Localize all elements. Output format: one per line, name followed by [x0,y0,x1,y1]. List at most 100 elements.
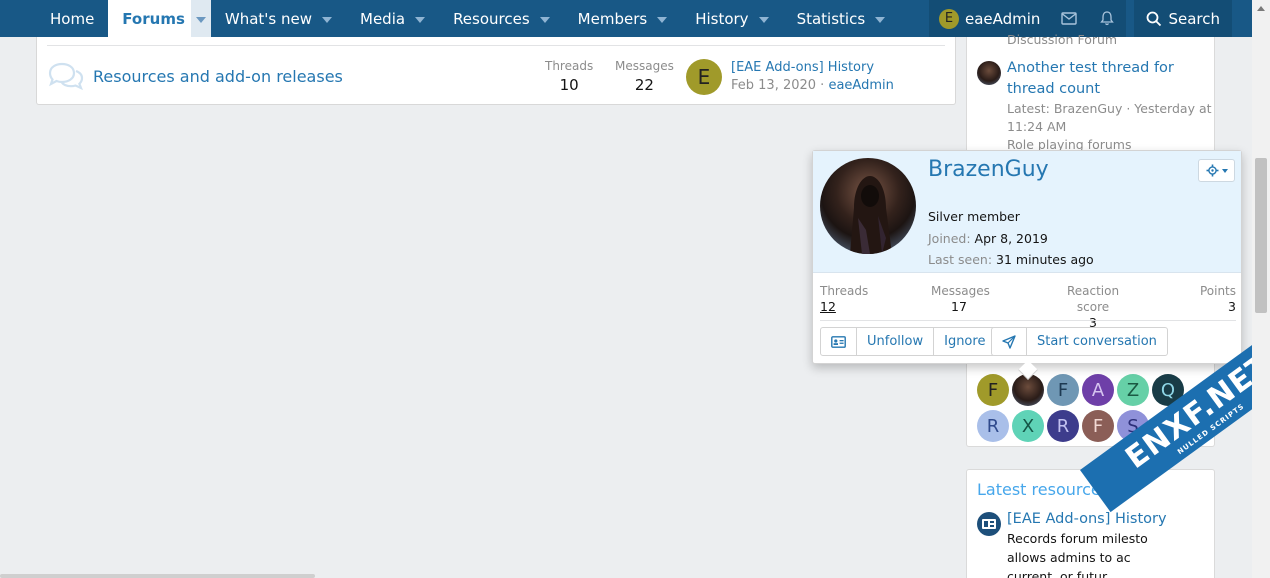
separator: · [816,78,829,93]
latest-line: Latest: BrazenGuy · Yesterday at [1007,101,1212,116]
last-post-meta: Feb 13, 2020 · eaeAdmin [731,77,894,95]
unfollow-button[interactable]: Unfollow [856,328,933,355]
avatar[interactable]: E [686,59,722,95]
scrollbar-thumb[interactable] [1255,158,1267,313]
resource-icon[interactable] [977,512,1001,536]
latest-line: 11:24 AM [1007,119,1067,134]
node-last-post: [EAE Add-ons] History Feb 13, 2020 · eae… [731,59,894,95]
divider [47,45,945,46]
member-joined: Joined: Apr 8, 2019 [928,231,1048,246]
avatar[interactable]: X [1012,410,1044,442]
avatar[interactable]: F [1047,374,1079,406]
avatar[interactable] [977,61,1001,85]
nav-tab-home[interactable]: Home [36,0,108,37]
nav-tab-media[interactable]: Media [346,0,439,37]
vertical-scrollbar[interactable] [1252,0,1270,578]
resource-title[interactable]: [EAE Add-ons] History [1007,509,1167,530]
nav-tab-forums[interactable]: Forums [108,0,211,37]
stat-label: Threads [545,59,594,73]
nav-tab-members[interactable]: Members [564,0,682,37]
chevron-down-icon[interactable] [758,16,769,23]
member-stat-points: Points 3 [1193,283,1236,315]
profile-card-button[interactable] [821,328,856,355]
gear-icon [1206,164,1218,177]
member-last-seen: Last seen: 31 minutes ago [928,252,1094,267]
node-messages-stat: Messages 22 [615,59,674,94]
joined-value: Apr 8, 2019 [974,231,1048,246]
chevron-down-icon[interactable] [657,16,668,23]
nav-tab-label: Media [360,9,406,28]
ignore-button[interactable]: Ignore [933,328,995,355]
avatar[interactable]: F [1082,410,1114,442]
nav-tabs: Home Forums What's new Media Resources M… [36,0,899,37]
member-conversation-actions: Start conversation [991,327,1168,356]
envelope-icon [1061,12,1078,25]
nav-tab-label: Home [50,9,95,28]
avatar[interactable] [820,158,916,254]
chat-bubbles-icon [47,61,85,97]
scroll-up-arrow-icon[interactable] [1257,6,1265,11]
chevron-down-icon [1221,168,1228,173]
resource-description-line: Records forum milesto [1007,531,1148,546]
bell-icon [1100,11,1115,26]
send-message-button[interactable] [992,328,1026,355]
horizontal-scrollbar-thumb[interactable] [0,574,315,578]
divider [820,320,1236,321]
chevron-down-icon[interactable] [415,16,426,23]
avatar: E [938,8,959,29]
last-post-date[interactable]: Feb 13, 2020 [731,78,816,93]
forums-menu-toggle[interactable] [190,0,211,37]
resource-description-line: current, or futur [1007,569,1108,578]
member-user-title: Silver member [928,209,1020,224]
forum-node-list: Resources and add-on releases Threads 10… [36,37,956,105]
nav-tab-label: Members [577,9,648,28]
nav-tab-label: Resources [453,9,530,28]
member-follow-actions: Unfollow Ignore [820,327,997,356]
joined-label: Joined: [928,231,975,246]
member-tooltip: BrazenGuy Silver member Joined: Apr 8, 2… [812,150,1242,380]
member-stat-messages: Messages 17 [931,283,990,315]
resource-description: Records forum milesto allows admins to a… [1007,529,1148,578]
forum-node-title[interactable]: Resources and add-on releases [93,67,343,86]
member-stat-threads: Threads 12 [820,283,868,315]
nav-tab-label: Forums [122,9,185,28]
stat-label: Reaction score [1066,284,1120,314]
stat-label: Messages [615,59,674,73]
avatar[interactable]: R [977,410,1009,442]
sidebar-thread-title[interactable]: Another test thread for thread count [1007,58,1174,100]
chevron-down-icon [195,16,206,23]
avatar[interactable]: A [1082,374,1114,406]
stat-value: 3 [1228,299,1236,314]
avatar[interactable]: Z [1117,374,1149,406]
avatar[interactable]: F [977,374,1009,406]
stat-value: 10 [559,76,579,94]
start-conversation-button[interactable]: Start conversation [1026,328,1167,355]
avatar[interactable]: R [1047,410,1079,442]
stat-label: Points [1199,284,1236,298]
last-seen-label: Last seen: [928,252,997,267]
resource-description-line: allows admins to ac [1007,550,1131,565]
nav-tab-label: History [695,9,749,28]
last-post-title[interactable]: [EAE Add-ons] History [731,59,894,77]
nav-tab-history[interactable]: History [681,0,782,37]
paper-plane-icon [1002,334,1016,349]
nav-tab-label: Statistics [796,9,866,28]
member-actions-menu-button[interactable] [1198,159,1235,182]
search-button[interactable]: Search [1134,0,1232,37]
stat-value: 17 [951,299,967,314]
sidebar-forum-label[interactable]: Discussion Forum [1007,31,1117,49]
last-post-user[interactable]: eaeAdmin [828,78,893,93]
chevron-down-icon[interactable] [539,16,550,23]
nav-tab-whats-new[interactable]: What's new [211,0,346,37]
thread-title-line: thread count [1007,81,1101,97]
search-icon [1147,11,1162,26]
nav-tab-resources[interactable]: Resources [439,0,564,37]
nav-tab-label: What's new [224,9,312,28]
chevron-down-icon[interactable] [322,16,332,23]
thread-title-line: Another test thread for [1007,60,1174,76]
nav-tab-statistics[interactable]: Statistics [783,0,900,37]
stat-label: Threads [820,284,869,298]
member-name[interactable]: BrazenGuy [928,157,1049,182]
stat-value[interactable]: 12 [820,299,868,315]
chevron-down-icon[interactable] [875,16,886,23]
